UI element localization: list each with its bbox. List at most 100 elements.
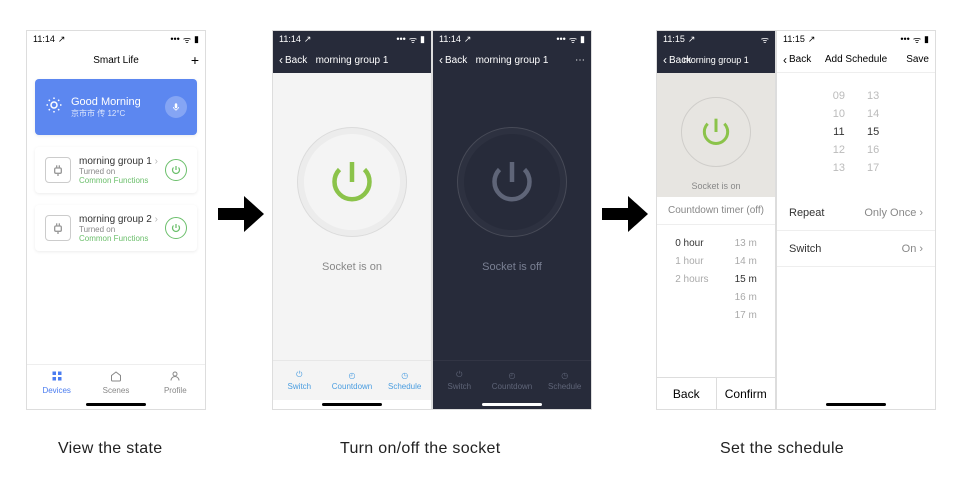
chevron-right-icon: ›	[919, 207, 923, 219]
location-icon: ↗	[808, 34, 816, 45]
picker-min: 16 m	[735, 289, 757, 307]
status-bar: 11:14↗ •••ᯤ▮	[273, 31, 431, 47]
tab-scenes[interactable]: Scenes	[86, 365, 145, 400]
status-time: 11:15	[783, 34, 805, 44]
socket-mini: Socket is on	[657, 73, 775, 197]
row-value: Only Once	[864, 207, 916, 219]
battery-icon: ▮	[580, 34, 585, 45]
tab-devices[interactable]: Devices	[27, 365, 86, 400]
home-indicator	[826, 403, 886, 406]
device-name: morning group 2	[79, 214, 152, 225]
battery-icon: ▮	[194, 34, 199, 45]
back-label: Back	[445, 55, 467, 66]
time-picker[interactable]: 09 10 11 12 13 13 14 15 16 17	[777, 73, 935, 195]
wifi-icon: ᯤ	[183, 33, 191, 46]
plug-icon	[45, 157, 71, 183]
back-button[interactable]: ‹Back	[279, 53, 307, 67]
power-icon: ⏻	[456, 370, 462, 380]
clock-icon: ◷	[401, 371, 408, 380]
status-time: 11:15	[663, 34, 685, 44]
bottom-nav: Devices Scenes Profile	[27, 364, 205, 400]
socket-state-label: Socket is on	[322, 261, 382, 273]
picker-hour: 0 hour	[675, 235, 703, 253]
mic-button[interactable]	[165, 96, 187, 118]
switch-row[interactable]: Switch On›	[777, 231, 935, 267]
tab-switch[interactable]: ⏻Switch	[433, 361, 486, 400]
weather-card[interactable]: Good Morning 京市市 传 12°C	[35, 79, 197, 135]
home-icon	[110, 370, 122, 384]
power-button[interactable]	[297, 127, 407, 237]
home-indicator	[322, 403, 382, 406]
status-time: 11:14	[279, 34, 301, 44]
device-power-button[interactable]	[165, 159, 187, 181]
chevron-left-icon: ‹	[279, 53, 283, 67]
device-row[interactable]: morning group 2 › Turned on Common Funct…	[35, 205, 197, 251]
tab-switch[interactable]: ⏻Switch	[273, 361, 326, 400]
timer-icon: ◴	[349, 371, 356, 380]
save-label: Save	[906, 54, 929, 65]
status-bar: 11:15↗ ᯤ	[657, 31, 775, 47]
caption-1: View the state	[58, 440, 162, 458]
sun-icon	[45, 96, 63, 119]
tab-label: Devices	[42, 386, 70, 395]
back-button[interactable]: ‹Back	[439, 53, 467, 67]
confirm-button[interactable]: Confirm	[716, 378, 776, 409]
status-bar: 11:15↗ •••ᯤ▮	[777, 31, 935, 47]
add-button[interactable]: +	[191, 52, 199, 68]
tab-countdown[interactable]: ◴Countdown	[486, 361, 539, 400]
picker-hour: 09	[833, 87, 845, 105]
location-icon: ↗	[688, 34, 696, 45]
back-label: Back	[669, 55, 691, 66]
power-icon: ⏻	[296, 370, 302, 380]
picker-min: 16	[867, 141, 879, 159]
page-title: Smart Life	[27, 55, 205, 66]
signal-icon: •••	[900, 34, 909, 44]
chevron-right-icon: ›	[919, 243, 923, 255]
tab-schedule[interactable]: ◷ Schedule	[378, 361, 431, 400]
picker-hour: 10	[833, 105, 845, 123]
socket-state-label: Socket is on	[691, 181, 740, 191]
picker-hour: 1 hour	[675, 253, 703, 271]
socket-panel: Socket is on ⏻Switch ◴Countdown ◷ Schedul…	[273, 73, 431, 400]
picker-min: 13	[867, 87, 879, 105]
tab-label: Scenes	[103, 386, 130, 395]
power-button[interactable]	[681, 97, 751, 167]
tab-schedule[interactable]: ◷Schedule	[538, 361, 591, 400]
home-indicator	[86, 403, 146, 406]
picker-hour: 12	[833, 141, 845, 159]
grid-icon	[51, 370, 63, 384]
repeat-row[interactable]: Repeat Only Once›	[777, 195, 935, 231]
picker-min: 14 m	[735, 253, 757, 271]
back-button[interactable]: ‹Back	[783, 53, 811, 67]
countdown-picker[interactable]: 0 hour 1 hour 2 hours 13 m 14 m 15 m 16 …	[657, 225, 775, 325]
wifi-icon: ᯤ	[761, 33, 769, 46]
back-action-button[interactable]: Back	[657, 378, 716, 409]
nav-bar: Smart Life +	[27, 47, 205, 73]
row-label: Repeat	[789, 207, 824, 219]
picker-min: 15 m	[735, 271, 757, 289]
battery-icon: ▮	[924, 34, 929, 45]
weather-sub: 京市市 传 12°C	[71, 108, 141, 119]
battery-icon: ▮	[420, 34, 425, 45]
device-name: morning group 1	[79, 156, 152, 167]
clock-icon: ◷	[561, 371, 568, 380]
back-button[interactable]: ‹Back	[663, 53, 691, 67]
location-icon: ↗	[464, 34, 472, 45]
power-button[interactable]	[457, 127, 567, 237]
tab-countdown[interactable]: ◴Countdown	[326, 361, 379, 400]
back-label: Back	[789, 54, 811, 65]
status-time: 11:14	[33, 34, 55, 44]
save-button[interactable]: Save	[906, 54, 929, 65]
device-power-button[interactable]	[165, 217, 187, 239]
tab-label: Schedule	[388, 382, 421, 391]
signal-icon: •••	[170, 34, 179, 44]
caption-2: Turn on/off the socket	[340, 440, 500, 458]
picker-min: 15	[867, 123, 879, 141]
more-button[interactable]: ⋯	[575, 55, 585, 66]
picker-hour: 2 hours	[675, 271, 708, 289]
device-row[interactable]: morning group 1 › Turned on Common Funct…	[35, 147, 197, 193]
picker-hour: 11	[833, 123, 844, 141]
location-icon: ↗	[304, 34, 312, 45]
tab-profile[interactable]: Profile	[146, 365, 205, 400]
tab-label: Countdown	[492, 382, 532, 391]
